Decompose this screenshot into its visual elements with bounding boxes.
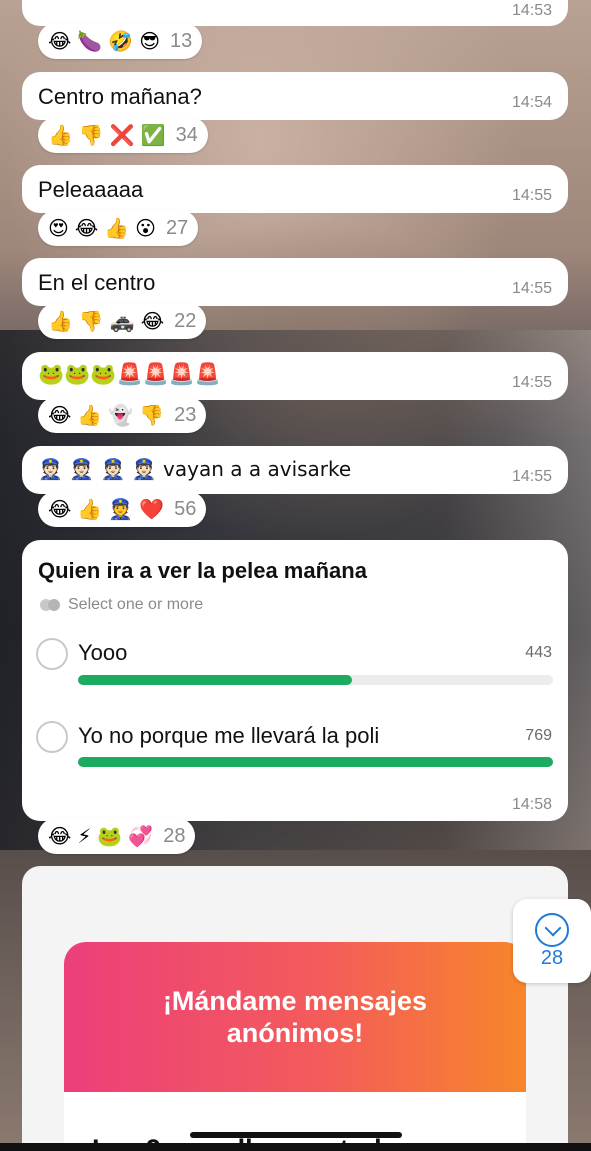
message-text: 👮🏻 👮🏻 👮🏻 👮🏻 vayan a a avisarke (38, 457, 352, 481)
message-time: 14:55 (511, 187, 552, 204)
reaction-emoji: 🐸 (97, 824, 123, 848)
reaction-emoji: 😮 (135, 216, 156, 240)
scroll-to-bottom-button[interactable]: 28 (513, 899, 591, 983)
reaction-emoji: 🍆 (77, 29, 103, 53)
message-text: 🐸🐸🐸🚨🚨🚨🚨 (38, 362, 222, 386)
reaction-count: 22 (174, 309, 197, 332)
poll-title: Quien ira a ver la pelea mañana (38, 558, 367, 583)
poll-option-count: 769 (525, 727, 552, 744)
poll-option-count: 443 (525, 644, 552, 661)
reaction-emoji: 👻 (108, 403, 134, 427)
reaction-count: 23 (174, 403, 197, 426)
reaction-emoji: 🤣 (108, 29, 134, 53)
poll-option-label[interactable]: Yo no porque me llevará la poli (78, 723, 379, 749)
reactions-pill[interactable]: 👍 👎 🚓 😂 22 (38, 303, 207, 339)
message-bubble[interactable]: Peleaaaaa 14:55 (22, 165, 568, 213)
message-bubble[interactable]: En el centro 14:55 (22, 258, 568, 306)
reaction-emoji: 👍 (104, 216, 130, 240)
reaction-emoji: ❌ (109, 123, 135, 147)
reaction-emoji: 😎 (139, 29, 161, 53)
poll-hint: Select one or more (40, 596, 203, 614)
message-bubble[interactable]: Centro mañana? 14:54 (22, 72, 568, 120)
reaction-emoji: 👮 (108, 497, 134, 521)
poll-option-radio[interactable] (36, 721, 68, 753)
image-message-card[interactable]: ¡Mándame mensajes anónimos! La v9 va vol… (22, 866, 568, 1151)
reaction-count: 13 (170, 29, 193, 52)
reactions-pill[interactable]: 😂 🍆 🤣 😎 13 (38, 23, 203, 59)
message-time: 14:55 (511, 280, 552, 297)
message-time: 14:53 (511, 2, 552, 19)
message-text: En el centro (38, 270, 156, 295)
reaction-emoji: 👎 (78, 309, 104, 333)
poll-option-bar (78, 675, 553, 685)
reaction-count: 56 (174, 497, 197, 520)
poll-option-bar-fill (78, 675, 352, 685)
reaction-count: 34 (175, 123, 198, 146)
home-indicator (190, 1132, 402, 1138)
unread-count: 28 (540, 947, 564, 969)
message-time: 14:54 (511, 94, 552, 111)
double-check-icon (40, 599, 60, 611)
message-text: Centro mañana? (38, 84, 202, 109)
chevron-down-icon (535, 913, 569, 947)
reactions-pill[interactable]: 😂 👍 👻 👎 23 (38, 397, 207, 433)
reaction-emoji: 😂 (74, 216, 99, 240)
reaction-emoji: ✅ (140, 123, 166, 147)
reactions-pill[interactable]: 👍 👎 ❌ ✅ 34 (38, 117, 208, 153)
poll-option-bar-fill (78, 757, 553, 767)
reaction-emoji: 😂 (48, 403, 72, 427)
reaction-emoji: 😍 (48, 216, 69, 240)
poll-hint-text: Select one or more (68, 596, 204, 613)
reaction-emoji: 👍 (77, 497, 103, 521)
poll-option-label[interactable]: Yooo (78, 640, 127, 666)
reaction-emoji: ❤️ (139, 497, 165, 521)
message-time: 14:55 (511, 374, 552, 391)
reaction-emoji: ⚡ (77, 824, 92, 848)
reaction-count: 27 (166, 216, 189, 239)
reaction-count: 28 (163, 824, 186, 847)
reaction-emoji: 😂 (48, 497, 72, 521)
reaction-emoji: 💞 (128, 824, 154, 848)
poll-bubble: Quien ira a ver la pelea mañana Select o… (22, 540, 568, 821)
reaction-emoji: 😂 (140, 309, 165, 333)
bottom-strip (0, 1143, 591, 1151)
reaction-emoji: 👍 (48, 123, 73, 147)
reaction-emoji: 👎 (78, 123, 104, 147)
message-bubble[interactable]: 🐸🐸🐸🚨🚨🚨🚨 14:55 (22, 352, 568, 400)
promo-banner: ¡Mándame mensajes anónimos! (64, 942, 526, 1092)
reactions-pill[interactable]: 😂 👍 👮 ❤️ 56 (38, 491, 207, 527)
reactions-pill[interactable]: 😍 😂 👍 😮 27 (38, 210, 199, 246)
reaction-emoji: 😂 (48, 824, 72, 848)
reaction-emoji: 😂 (48, 29, 72, 53)
poll-time: 14:58 (511, 796, 552, 813)
reaction-emoji: 👎 (139, 403, 165, 427)
message-time: 14:55 (511, 468, 552, 485)
poll-option-bar (78, 757, 553, 767)
reactions-pill[interactable]: 😂 ⚡ 🐸 💞 28 (38, 818, 196, 854)
message-text: Peleaaaaa (38, 177, 144, 202)
message-bubble[interactable]: 👮🏻 👮🏻 👮🏻 👮🏻 vayan a a avisarke 14:55 (22, 446, 568, 494)
reaction-emoji: 🚓 (109, 309, 135, 333)
reaction-emoji: 👍 (77, 403, 103, 427)
reaction-emoji: 👍 (48, 309, 73, 333)
poll-option-radio[interactable] (36, 638, 68, 670)
promo-title: ¡Mándame mensajes anónimos! (162, 986, 428, 1048)
